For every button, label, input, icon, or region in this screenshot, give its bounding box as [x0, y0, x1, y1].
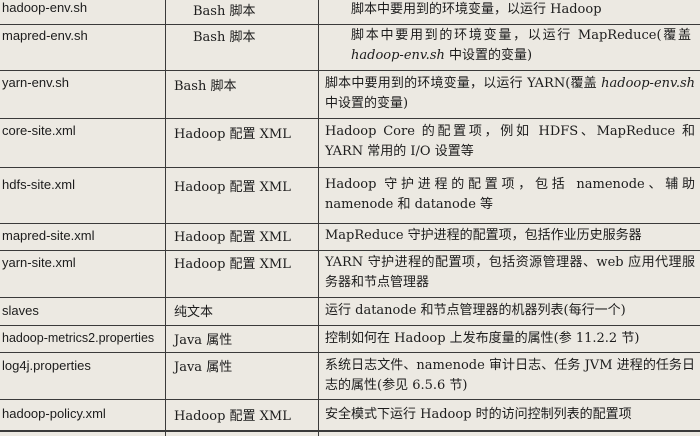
file-format: Java 属性 — [174, 360, 233, 375]
file-name: mapred-site.xml — [2, 228, 95, 243]
file-format: Java 属性 — [174, 333, 233, 348]
file-format: Hadoop 配置 XML — [174, 180, 291, 195]
file-name: mapred-env.sh — [2, 28, 88, 43]
table-row: hadoop-metrics2.properties Java 属性 控制如何在… — [0, 326, 700, 352]
file-name: slaves — [2, 303, 39, 318]
file-format: Bash 脚本 — [174, 79, 237, 94]
table-row: mapred-env.sh Bash 脚本 脚本中要用到的环境变量，以运行 Ma… — [0, 25, 700, 70]
file-format: Hadoop 配置 XML — [174, 257, 291, 272]
file-description: 运行 datanode 和节点管理器的机器列表(每行一个) — [325, 303, 626, 318]
table-row: hdfs-site.xml Hadoop 配置 XML Hadoop 守护进程的… — [0, 168, 700, 223]
table-row: hadoop-env.sh Bash 脚本 脚本中要用到的环境变量，以运行 Ha… — [0, 0, 700, 24]
file-name: hadoop-metrics2.properties — [2, 331, 155, 345]
file-description: 脚本中要用到的环境变量，以运行 Hadoop — [351, 2, 602, 17]
file-name: hdfs-site.xml — [2, 177, 75, 192]
file-description: Hadoop Core 的配置项，例如 HDFS、MapReduce 和 YAR… — [325, 124, 695, 159]
file-description: 系统日志文件、namenode 审计日志、任务 JVM 进程的任务日志的属性(参… — [325, 358, 695, 393]
file-description: 安全模式下运行 Hadoop 时的访问控制列表的配置项 — [325, 407, 632, 422]
table-row: core-site.xml Hadoop 配置 XML Hadoop Core … — [0, 119, 700, 167]
table-row: slaves 纯文本 运行 datanode 和节点管理器的机器列表(每行一个) — [0, 298, 700, 325]
file-format: Hadoop 配置 XML — [174, 230, 291, 245]
table-row: yarn-site.xml Hadoop 配置 XML YARN 守护进程的配置… — [0, 251, 700, 297]
file-description: Hadoop 守护进程的配置项，包括 namenode、辅助 namenode … — [325, 177, 695, 212]
file-name: log4j.properties — [2, 358, 91, 373]
file-format: Hadoop 配置 XML — [174, 409, 291, 424]
file-description: YARN 守护进程的配置项，包括资源管理器、web 应用代理服务器和节点管理器 — [325, 255, 695, 290]
file-format: Bash 脚本 — [193, 30, 256, 45]
config-files-table: hadoop-env.sh Bash 脚本 脚本中要用到的环境变量，以运行 Ha… — [0, 0, 700, 436]
table-row: mapred-site.xml Hadoop 配置 XML MapReduce … — [0, 224, 700, 250]
table-row: yarn-env.sh Bash 脚本 脚本中要用到的环境变量，以运行 YARN… — [0, 71, 700, 118]
table-row: hadoop-policy.xml Hadoop 配置 XML 安全模式下运行 … — [0, 400, 700, 430]
file-format: Hadoop 配置 XML — [174, 127, 291, 142]
file-format: 纯文本 — [174, 305, 214, 320]
table-bottom-rule — [0, 430, 700, 432]
file-description: 控制如何在 Hadoop 上发布度量的属性(参 11.2.2 节) — [325, 331, 640, 346]
file-name: core-site.xml — [2, 123, 76, 138]
file-format: Bash 脚本 — [193, 4, 256, 19]
table-row: log4j.properties Java 属性 系统日志文件、namenode… — [0, 353, 700, 399]
file-description: 脚本中要用到的环境变量，以运行 MapReduce(覆盖 hadoop-env.… — [351, 28, 691, 63]
file-name: yarn-env.sh — [2, 75, 69, 90]
file-name: yarn-site.xml — [2, 255, 76, 270]
file-name: hadoop-policy.xml — [2, 406, 106, 421]
file-name: hadoop-env.sh — [2, 0, 88, 15]
file-description: MapReduce 守护进程的配置项，包括作业历史服务器 — [325, 228, 642, 243]
file-description: 脚本中要用到的环境变量，以运行 YARN(覆盖 hadoop-env.sh 中设… — [325, 76, 695, 111]
